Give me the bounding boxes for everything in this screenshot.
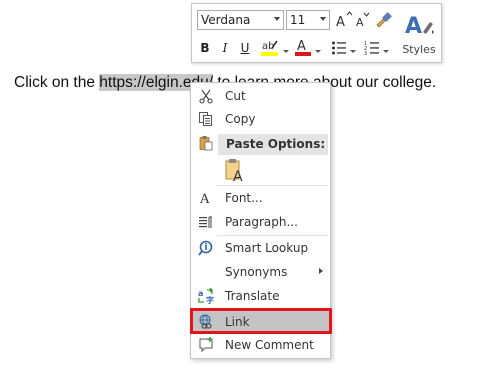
scissors-icon [199,89,213,104]
menu-item-translate[interactable]: a 字 Translate [192,285,329,307]
highlight-annotation-box [190,308,332,334]
menu-item-label: Copy [225,112,256,126]
menu-item-copy[interactable]: Copy [192,108,329,130]
font-size-value: 11 [290,13,306,27]
svg-text:A: A [405,14,422,39]
font-icon: A [199,192,210,206]
svg-text:A: A [233,169,243,183]
grow-font-button[interactable]: A [335,10,353,30]
svg-text:A: A [199,192,210,206]
italic-label: I [222,41,228,55]
bullets-button[interactable] [331,38,347,58]
text-highlight-button[interactable]: ab [260,37,280,57]
menu-item-label: Cut [225,89,246,103]
menu-item-font[interactable]: A Font... [192,187,329,209]
clipboard-icon [199,136,213,151]
chevron-down-icon[interactable] [350,50,356,53]
font-color-icon: A [295,39,311,56]
menu-item-label: Font... [225,191,263,205]
format-painter-icon [376,12,392,28]
menu-item-label: Synonyms [225,265,288,279]
styles-icon: A [405,14,434,39]
numbering-icon: 1 2 3 [364,41,379,57]
menu-item-synonyms[interactable]: Synonyms [192,261,329,283]
smart-lookup-icon [198,240,213,256]
numbering-button[interactable]: 1 2 3 [364,38,380,58]
chevron-down-icon[interactable] [315,50,321,53]
styles-label: Styles [402,43,436,56]
shrink-font-button[interactable]: A [355,10,371,30]
chevron-down-icon[interactable] [383,50,389,53]
menu-separator [217,185,328,186]
svg-text:3: 3 [364,51,367,57]
italic-button[interactable]: I [218,38,232,58]
chevron-down-icon[interactable] [320,17,326,21]
font-name-value: Verdana [201,13,251,27]
shrink-font-icon: A [356,12,370,29]
comment-icon [199,337,213,353]
menu-item-label: New Comment [225,338,314,352]
font-size-combo[interactable]: 11 [286,10,330,30]
translate-icon: a 字 [198,288,214,304]
font-color-button[interactable]: A [294,37,312,57]
paste-options-header: Paste Options: [218,134,328,155]
svg-text:A: A [297,39,306,54]
menu-item-cut[interactable]: Cut [192,85,329,107]
chevron-down-icon[interactable] [274,17,280,21]
svg-text:A: A [356,16,364,29]
svg-text:A: A [336,15,345,30]
font-name-combo[interactable]: Verdana [197,10,284,30]
bullets-icon [332,41,346,55]
menu-item-smart-lookup[interactable]: Smart Lookup [192,237,329,259]
chevron-right-icon [319,268,323,274]
underline-label: U [240,41,250,55]
mini-toolbar: Verdana 11 A A A Styles B I U ab A 1 2 3 [191,3,442,63]
bold-button[interactable]: B [198,38,212,58]
highlighter-icon: ab [261,40,278,56]
underline-button[interactable]: U [238,38,252,58]
menu-item-label: Translate [225,289,280,303]
menu-item-paragraph[interactable]: Paragraph... [192,211,329,233]
menu-item-label: Smart Lookup [225,241,309,255]
text-before: Click on the [14,74,100,91]
menu-item-new-comment[interactable]: New Comment [192,334,329,356]
copy-icon [199,112,212,126]
svg-text:a: a [198,289,203,298]
format-painter-button[interactable] [374,10,392,30]
menu-item-label: Paragraph... [225,215,298,229]
grow-font-icon: A [336,11,353,30]
paragraph-icon [199,216,212,228]
paste-keep-text-only-button[interactable]: A [224,157,246,185]
chevron-down-icon[interactable] [283,50,289,53]
paste-text-only-icon: A [225,159,243,185]
styles-button[interactable]: A Styles [399,8,439,60]
bold-label: B [200,41,210,55]
svg-text:字: 字 [206,295,214,304]
menu-separator [217,235,328,236]
